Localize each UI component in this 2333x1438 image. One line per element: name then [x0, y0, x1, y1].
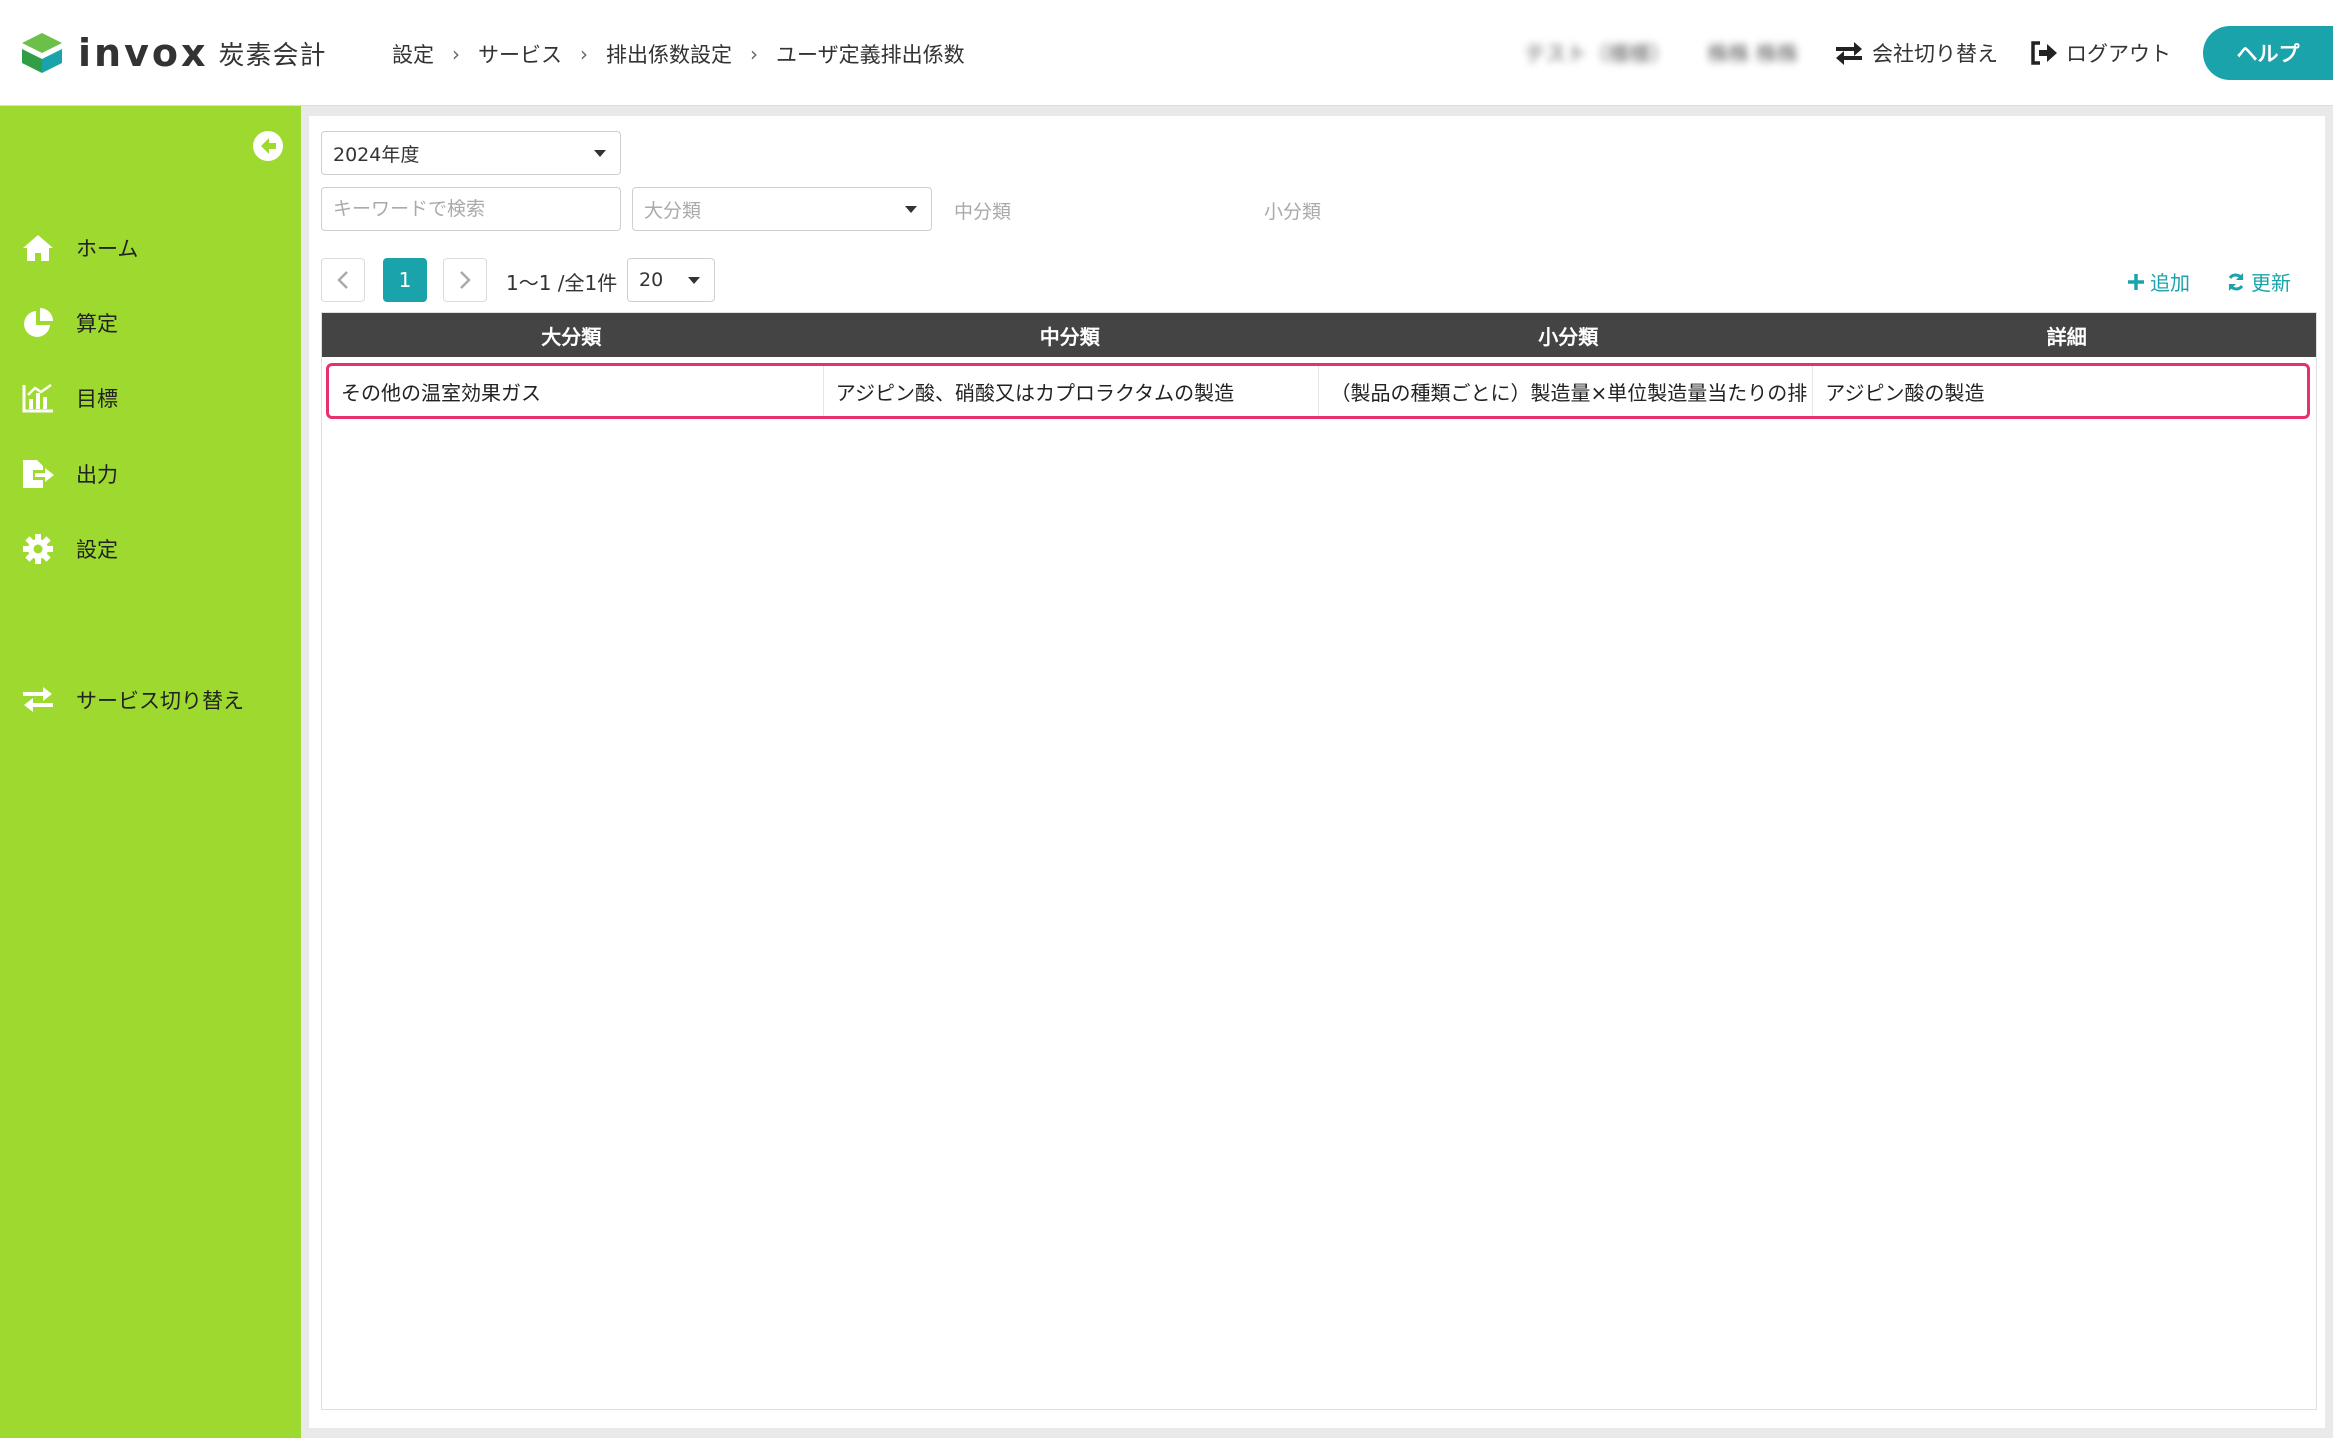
logout-icon	[2031, 41, 2057, 65]
column-header-detail[interactable]: 詳細	[1818, 313, 2317, 357]
breadcrumb: 設定 › サービス › 排出係数設定 › ユーザ定義排出係数	[392, 36, 965, 72]
sidebar-item-label: 目標	[76, 387, 118, 411]
add-label: 追加	[2150, 271, 2190, 295]
switch-icon	[1836, 42, 1862, 65]
minor-category-filter[interactable]: 小分類	[1264, 197, 1321, 224]
emission-factor-table: 大分類 中分類 小分類 詳細 その他の温室効果ガス アジピン酸、硝酸又はカプロラ…	[321, 312, 2317, 1410]
switch-icon	[20, 682, 56, 718]
chevron-down-icon	[594, 150, 606, 157]
major-category-placeholder: 大分類	[644, 199, 702, 222]
chevron-down-icon	[905, 206, 917, 213]
page-range-text: 1〜1 /全1件	[506, 271, 618, 295]
logo-subtitle: 炭素会計	[218, 40, 327, 71]
company-name-blurred: 株株 株株	[1707, 42, 1798, 66]
refresh-icon	[2228, 272, 2244, 291]
breadcrumb-item-user-defined: ユーザ定義排出係数	[776, 43, 965, 67]
logout-link[interactable]: ログアウト	[2030, 38, 2171, 68]
breadcrumb-chevron-icon: ›	[580, 42, 588, 66]
major-category-select[interactable]: 大分類	[632, 187, 932, 231]
sidebar: ホーム 算定 目標 出力 設定 サービス切り替え	[0, 106, 301, 1438]
keyword-search-input[interactable]	[321, 187, 621, 231]
sidebar-item-target[interactable]: 目標	[0, 368, 301, 428]
logo-wordmark: invox	[78, 31, 209, 75]
sidebar-item-label: 出力	[76, 463, 118, 487]
table-row[interactable]: その他の温室効果ガス アジピン酸、硝酸又はカプロラクタムの製造 （製品の種類ごと…	[326, 363, 2310, 419]
home-icon	[20, 230, 56, 266]
middle-category-filter[interactable]: 中分類	[954, 197, 1011, 224]
sidebar-item-switch-service[interactable]: サービス切り替え	[0, 670, 301, 730]
plus-icon	[2128, 273, 2144, 290]
refresh-button[interactable]: 更新	[2226, 267, 2291, 296]
column-header-middle[interactable]: 中分類	[821, 313, 1320, 357]
column-header-major[interactable]: 大分類	[322, 313, 821, 357]
add-button[interactable]: 追加	[2127, 267, 2190, 296]
page-1-button[interactable]: 1	[383, 258, 427, 302]
pie-chart-icon	[20, 305, 56, 341]
sidebar-item-label: 算定	[76, 312, 118, 336]
sidebar-item-output[interactable]: 出力	[0, 444, 301, 504]
refresh-label: 更新	[2251, 271, 2291, 295]
sidebar-item-label: サービス切り替え	[76, 689, 244, 713]
cell-middle: アジピン酸、硝酸又はカプロラクタムの製造	[824, 366, 1319, 416]
chevron-down-icon	[688, 277, 700, 284]
sidebar-item-label: ホーム	[76, 237, 139, 261]
cell-minor: （製品の種類ごとに）製造量×単位製造量当たりの排	[1319, 366, 1814, 416]
fiscal-year-select[interactable]: 2024年度	[321, 131, 621, 175]
switch-company-label: 会社切り替え	[1872, 42, 1998, 66]
next-page-button[interactable]	[443, 258, 487, 302]
chevron-left-icon	[337, 271, 348, 289]
fiscal-year-value: 2024年度	[333, 143, 420, 166]
app-logo[interactable]: invox 炭素会計	[18, 28, 326, 78]
top-header: invox 炭素会計 設定 › サービス › 排出係数設定 › ユーザ定義排出係…	[0, 0, 2333, 106]
cell-major: その他の温室効果ガス	[329, 366, 824, 416]
per-page-value: 20	[639, 269, 664, 291]
breadcrumb-item-service[interactable]: サービス	[478, 39, 562, 69]
prev-page-button[interactable]	[321, 258, 365, 302]
column-header-minor[interactable]: 小分類	[1319, 313, 1818, 357]
cell-detail: アジピン酸の製造	[1825, 380, 1985, 405]
user-name-blurred: テスト（様様）	[1524, 42, 1672, 66]
per-page-select[interactable]: 20	[627, 258, 715, 302]
target-chart-icon	[20, 380, 56, 416]
table-header: 大分類 中分類 小分類 詳細	[322, 313, 2316, 357]
sidebar-item-home[interactable]: ホーム	[0, 218, 301, 278]
sidebar-item-label: 設定	[76, 538, 118, 562]
sidebar-item-calculation[interactable]: 算定	[0, 293, 301, 353]
collapse-sidebar-icon[interactable]	[252, 130, 284, 162]
gear-icon	[20, 531, 56, 567]
breadcrumb-item-emission-factor[interactable]: 排出係数設定	[606, 39, 732, 69]
breadcrumb-chevron-icon: ›	[750, 42, 758, 66]
switch-company-link[interactable]: 会社切り替え	[1834, 38, 1998, 68]
sidebar-item-settings[interactable]: 設定	[0, 519, 301, 579]
header-actions: テスト（様様） 株株 株株 会社切り替え ログアウト ヘルプ	[1524, 26, 2333, 80]
breadcrumb-chevron-icon: ›	[452, 42, 460, 66]
logout-label: ログアウト	[2066, 42, 2171, 66]
main-panel: 2024年度 大分類 中分類 小分類 1 1〜1 /全1件 20 追加 更新 大	[309, 116, 2325, 1428]
chevron-right-icon	[460, 271, 471, 289]
logo-mark-icon	[22, 33, 62, 73]
breadcrumb-item-settings[interactable]: 設定	[392, 39, 434, 69]
help-button[interactable]: ヘルプ	[2203, 26, 2333, 80]
export-icon	[20, 456, 56, 492]
